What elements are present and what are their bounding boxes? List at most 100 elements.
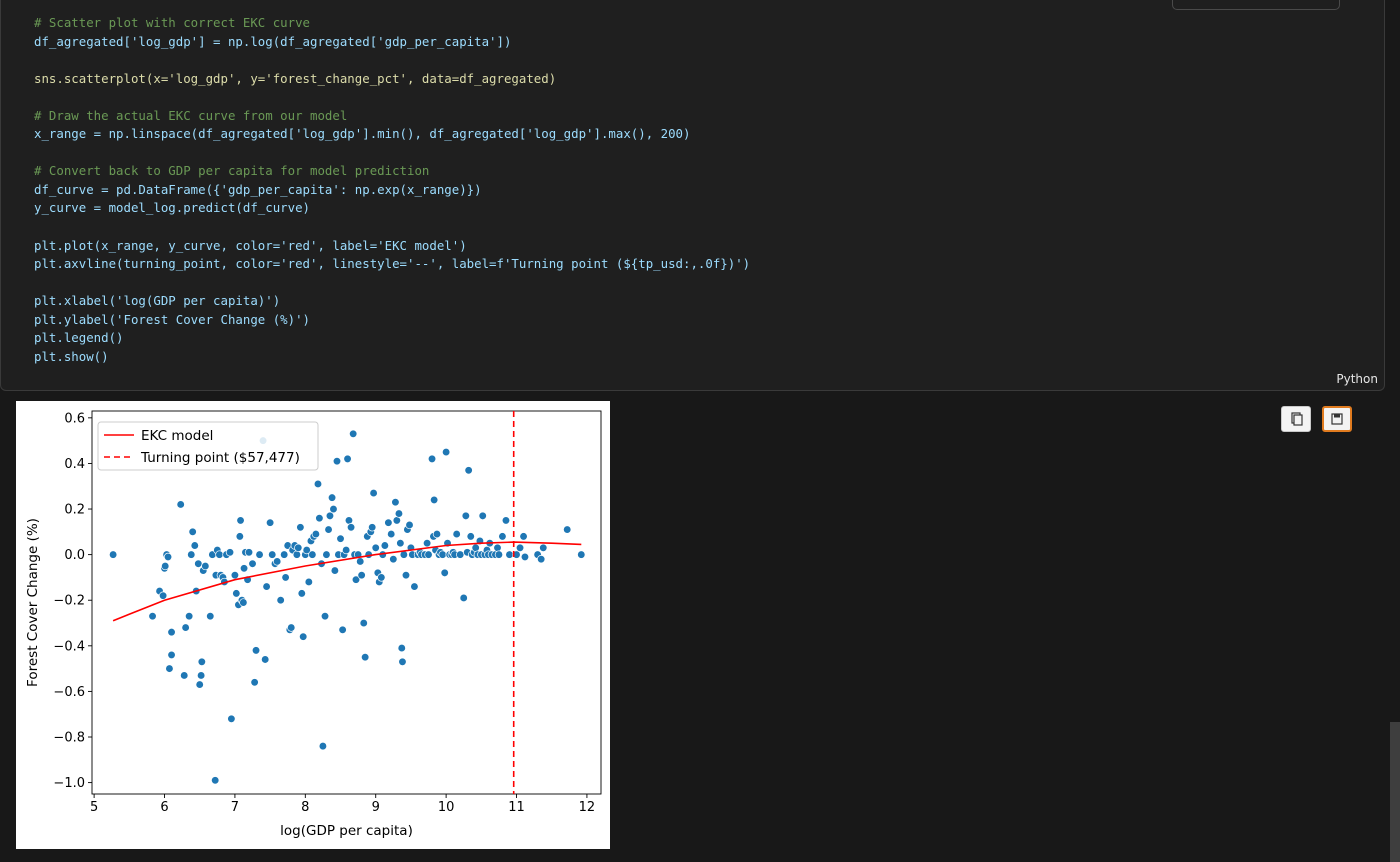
data-point: [197, 657, 206, 666]
data-point: [325, 511, 335, 521]
data-point: [108, 550, 118, 559]
data-point: [356, 557, 365, 566]
data-point: [461, 511, 470, 521]
data-point: [369, 488, 378, 498]
y-axis-label: Forest Cover Change (%): [25, 518, 41, 687]
code-text: y_curve = model_log.predict(df_curve): [34, 200, 311, 216]
data-point: [167, 650, 176, 660]
data-point: [519, 532, 528, 541]
data-point: [180, 671, 189, 680]
save-output-button[interactable]: [1322, 406, 1352, 432]
data-point: [456, 550, 465, 559]
data-point: [273, 557, 282, 566]
cell-toolbar[interactable]: [1172, 0, 1340, 10]
data-point: [296, 523, 305, 532]
code-text: plt.legend(): [34, 330, 124, 346]
scrollbar-thumb[interactable]: [1390, 722, 1400, 862]
data-point: [308, 550, 317, 559]
code-cell[interactable]: # Scatter plot with correct EKC curve df_…: [0, 0, 1385, 391]
data-point: [324, 525, 333, 534]
code-line: df_curve = pd.DataFrame({'gdp_per_capita…: [34, 181, 750, 200]
data-point: [262, 582, 271, 591]
data-point: [329, 504, 338, 514]
y-tick-label: −0.8: [53, 731, 85, 746]
data-point: [176, 500, 185, 509]
data-point: [190, 541, 199, 550]
data-point: [398, 657, 407, 666]
data-point: [471, 543, 480, 552]
data-point: [287, 623, 296, 632]
code-line: # Scatter plot with correct EKC curve: [34, 14, 750, 33]
data-point: [577, 550, 586, 559]
data-point: [280, 550, 289, 559]
data-point: [299, 632, 308, 641]
data-point: [161, 561, 170, 571]
data-point: [297, 589, 306, 598]
language-label[interactable]: Python: [1336, 372, 1378, 386]
code-editor[interactable]: # Scatter plot with correct EKC curve df_…: [34, 14, 750, 366]
copy-output-button[interactable]: [1281, 406, 1311, 432]
data-point: [371, 543, 380, 552]
data-point: [235, 532, 244, 541]
data-point: [248, 559, 257, 568]
data-point: [397, 643, 406, 653]
x-tick-label: 10: [438, 800, 455, 815]
x-tick-label: 8: [301, 800, 309, 815]
data-point: [230, 570, 240, 580]
code-comment: # Draw the actual EKC curve from our mod…: [34, 107, 348, 123]
data-point: [185, 612, 194, 621]
save-icon: [1331, 413, 1343, 425]
data-point: [520, 552, 530, 562]
data-point: [148, 612, 157, 621]
data-point: [438, 550, 447, 559]
data-point: [244, 548, 254, 557]
data-point: [359, 618, 368, 628]
data-point: [315, 513, 324, 523]
y-tick-label: 0.4: [64, 457, 85, 472]
data-point: [466, 532, 475, 541]
data-point: [343, 454, 352, 464]
data-point: [327, 493, 337, 502]
copy-icon: [1291, 412, 1303, 426]
y-tick-label: −0.2: [53, 594, 85, 609]
data-point: [387, 529, 396, 539]
data-point: [276, 596, 285, 605]
data-point: [368, 523, 377, 532]
data-point: [427, 454, 437, 464]
code-line: plt.show(): [34, 348, 750, 367]
data-point: [195, 680, 204, 689]
data-point: [440, 568, 449, 578]
x-tick-label: 5: [90, 800, 98, 815]
data-point: [239, 564, 249, 573]
data-point: [537, 555, 546, 564]
data-point: [401, 570, 411, 580]
data-point: [265, 518, 275, 527]
data-point: [332, 457, 342, 466]
data-point: [494, 550, 504, 559]
data-point: [268, 550, 277, 559]
y-tick-label: −1.0: [53, 776, 85, 791]
data-point: [181, 623, 190, 632]
data-point: [432, 529, 442, 539]
legend-label-turning-point: Turning point ($57,477): [140, 450, 300, 466]
data-point: [336, 534, 345, 543]
x-tick-label: 11: [508, 800, 525, 815]
data-point: [261, 655, 270, 664]
code-line: plt.ylabel('Forest Cover Change (%)'): [34, 311, 750, 330]
code-line: plt.xlabel('log(GDP per capita)'): [34, 292, 750, 311]
code-line: plt.axvline(turning_point, color='red', …: [34, 255, 750, 274]
data-point: [250, 678, 259, 687]
data-point: [344, 516, 354, 525]
data-point: [349, 429, 358, 438]
code-line: x_range = np.linspace(df_agregated['log_…: [34, 125, 750, 144]
data-point: [304, 577, 313, 587]
data-point: [563, 525, 572, 534]
data-point: [251, 646, 261, 655]
data-point: [313, 479, 323, 489]
data-point: [357, 570, 366, 580]
data-point: [493, 543, 502, 552]
code-comment: # Convert back to GDP per capita for mod…: [34, 163, 430, 179]
data-point: [498, 532, 507, 541]
